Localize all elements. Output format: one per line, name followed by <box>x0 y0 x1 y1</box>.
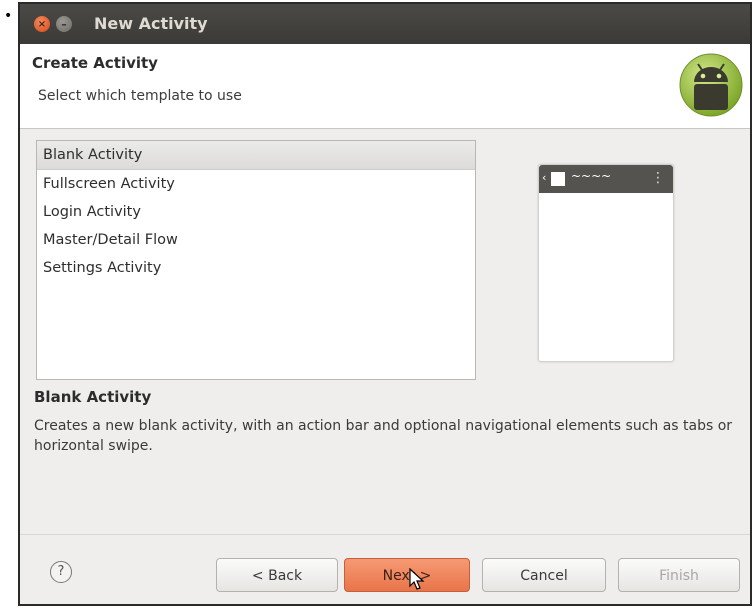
template-list[interactable]: Blank Activity Fullscreen Activity Login… <box>36 140 476 380</box>
footer-divider <box>20 534 750 535</box>
window-title: New Activity <box>94 14 208 33</box>
back-button[interactable]: < Back <box>216 558 338 592</box>
template-item-settings-activity[interactable]: Settings Activity <box>37 254 475 282</box>
page-subtitle: Select which template to use <box>38 88 242 104</box>
template-preview: ‹ ~~~~ ⋮ <box>538 164 674 362</box>
new-activity-dialog: × – New Activity Create Activity Select … <box>18 2 752 606</box>
template-item-master-detail-flow[interactable]: Master/Detail Flow <box>37 226 475 254</box>
preview-overflow-menu-icon: ⋮ <box>651 170 665 186</box>
next-button[interactable]: Next > <box>344 558 470 592</box>
page-title: Create Activity <box>32 54 158 72</box>
mouse-pointer-icon <box>409 568 425 590</box>
help-icon[interactable]: ? <box>50 561 72 583</box>
minimize-icon[interactable]: – <box>56 16 72 32</box>
cancel-button[interactable]: Cancel <box>482 558 606 592</box>
preview-app-icon <box>551 172 565 186</box>
template-description-title: Blank Activity <box>34 388 152 406</box>
close-icon[interactable]: × <box>34 16 50 32</box>
preview-title-squiggle-icon: ~~~~ <box>571 169 612 183</box>
template-description-text: Creates a new blank activity, with an ac… <box>34 418 733 454</box>
preview-action-bar: ‹ ~~~~ ⋮ <box>539 165 673 193</box>
wizard-header: Create Activity Select which template to… <box>20 44 750 129</box>
preview-back-caret-icon: ‹ <box>542 171 547 184</box>
template-item-login-activity[interactable]: Login Activity <box>37 198 475 226</box>
list-bullet: • <box>4 8 13 24</box>
finish-button[interactable]: Finish <box>618 558 740 592</box>
template-item-blank-activity[interactable]: Blank Activity <box>37 141 475 170</box>
title-bar: × – New Activity <box>20 4 750 44</box>
template-item-fullscreen-activity[interactable]: Fullscreen Activity <box>37 170 475 198</box>
android-logo-icon <box>679 53 743 117</box>
